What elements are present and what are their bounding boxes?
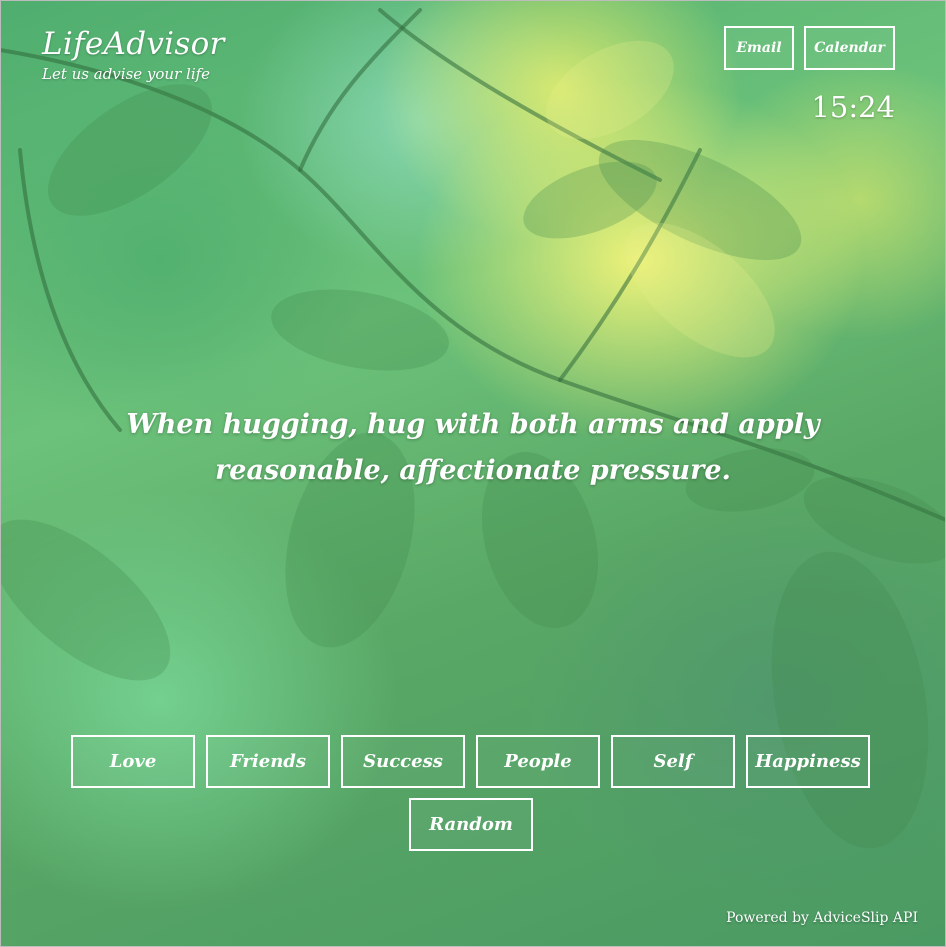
app-title: LifeAdvisor <box>42 26 225 62</box>
category-happiness-button[interactable]: Happiness <box>746 735 870 788</box>
category-random-button[interactable]: Random <box>409 798 533 851</box>
footer-credit: Powered by AdviceSlip API <box>726 910 918 926</box>
email-button[interactable]: Email <box>724 26 794 70</box>
brand: LifeAdvisor Let us advise your life <box>42 26 225 84</box>
clock: 15:24 <box>811 90 895 124</box>
category-success-button[interactable]: Success <box>341 735 465 788</box>
category-people-button[interactable]: People <box>476 735 600 788</box>
category-friends-button[interactable]: Friends <box>206 735 330 788</box>
app-tagline: Let us advise your life <box>42 65 211 83</box>
category-self-button[interactable]: Self <box>611 735 735 788</box>
calendar-button[interactable]: Calendar <box>804 26 895 70</box>
category-love-button[interactable]: Love <box>71 735 195 788</box>
advice-text: When hugging, hug with both arms and app… <box>126 409 820 486</box>
